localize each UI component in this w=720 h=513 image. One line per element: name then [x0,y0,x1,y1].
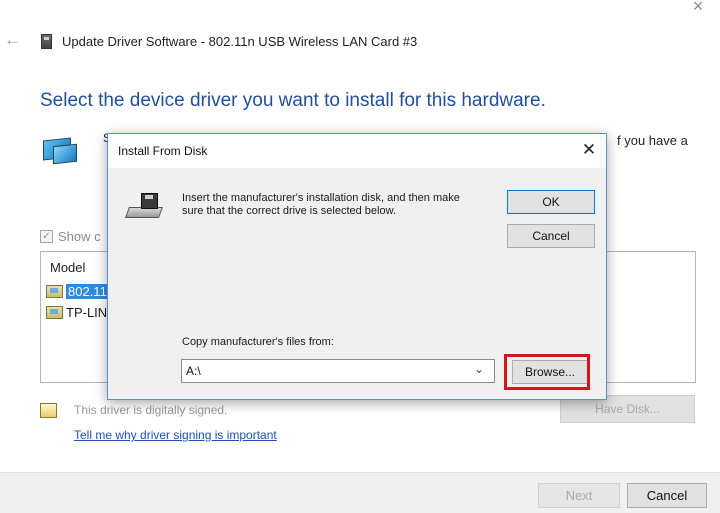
ok-button[interactable]: OK [507,190,595,214]
driver-signing-link[interactable]: Tell me why driver signing is important [74,428,277,442]
browse-highlight-box [504,354,590,390]
dialog-message: Insert the manufacturer's installation d… [182,192,460,217]
model-list-item[interactable]: TP-LIN [46,305,107,320]
dialog-cancel-button[interactable]: Cancel [507,224,595,248]
signed-driver-icon [40,403,57,418]
model-list-item[interactable]: 802.11 [46,284,109,299]
window-close-icon[interactable]: × [688,0,708,16]
show-compatible-label: Show c [58,229,101,244]
copy-from-label: Copy manufacturer's files from: [182,336,334,348]
model-label: TP-LIN [66,305,108,320]
page-heading: Select the device driver you want to ins… [40,90,546,111]
next-button[interactable]: Next [538,483,620,508]
dialog-title: Install From Disk [118,144,208,158]
floppy-drive-icon [124,193,164,223]
path-value[interactable]: A:\ [186,364,201,378]
chevron-down-icon[interactable]: ⌄ [474,362,484,376]
hardware-monitor-icon [43,137,77,167]
driver-icon [46,285,63,298]
dialog-close-icon[interactable]: ✕ [578,139,600,161]
usb-device-icon [41,34,52,49]
signed-status-text: This driver is digitally signed. [74,403,228,417]
wizard-title: Update Driver Software - 802.11n USB Wir… [62,34,418,49]
description-text: f you have a [617,133,688,148]
back-arrow-icon[interactable]: ← [4,30,21,50]
path-combobox[interactable] [181,359,495,383]
model-column-header: Model [50,260,86,275]
model-label: 802.11 [66,284,109,299]
driver-icon [46,306,63,319]
wizard-cancel-button[interactable]: Cancel [627,483,707,508]
checkbox-check-icon[interactable]: ✓ [40,230,53,243]
show-compatible-checkbox[interactable]: ✓ Show c [40,229,101,244]
